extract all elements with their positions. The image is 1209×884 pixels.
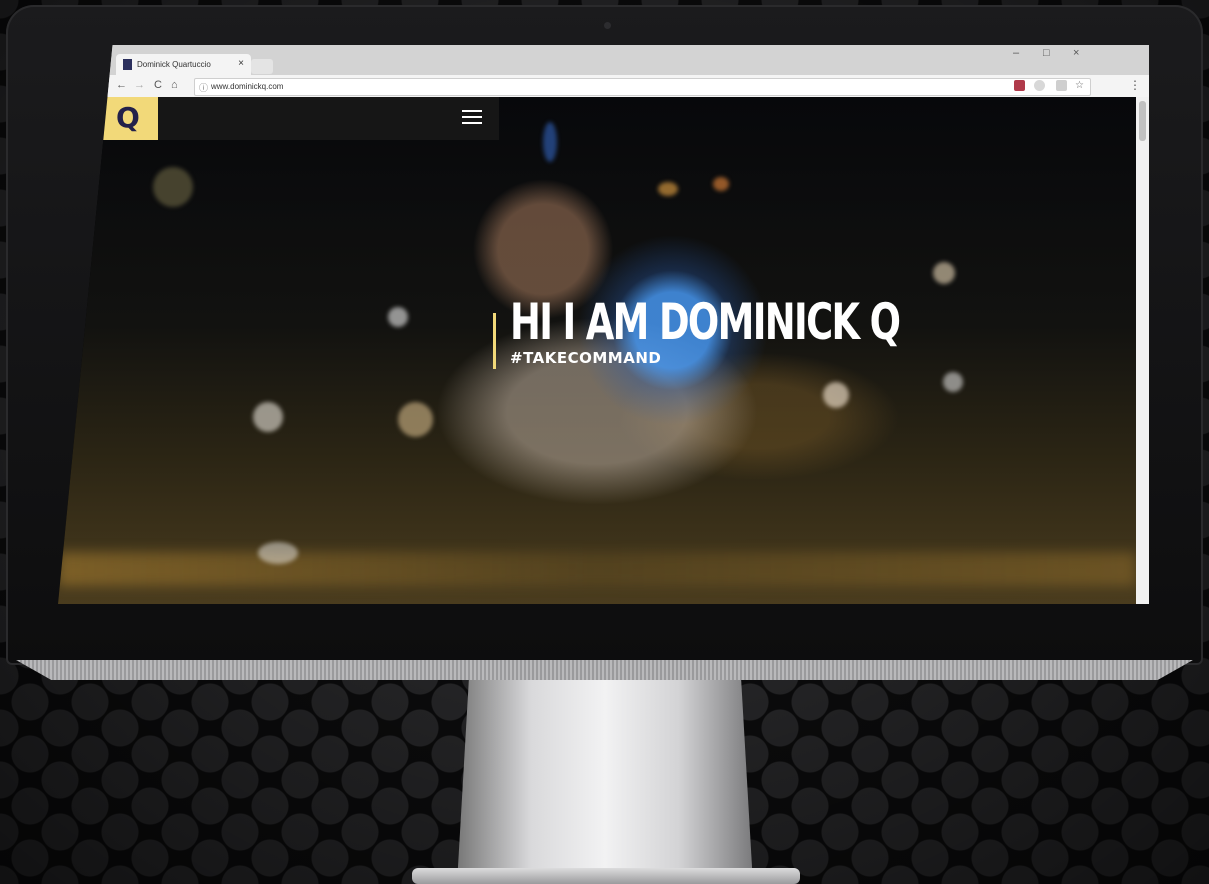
hero-subtitle: #TAKECOMMAND bbox=[510, 349, 662, 367]
bokeh-light bbox=[153, 167, 193, 207]
site-header: Q bbox=[101, 97, 499, 140]
camera bbox=[604, 22, 611, 29]
hamburger-menu-icon[interactable] bbox=[462, 110, 482, 126]
hero-accent-bar bbox=[493, 313, 496, 369]
screen: Dominick Quartuccio × – □ × ← → C ⌂ ⓘ ww… bbox=[58, 45, 1149, 604]
bokeh-light bbox=[388, 307, 408, 327]
new-tab-button[interactable] bbox=[251, 59, 273, 74]
url-text: www.dominickq.com bbox=[211, 82, 284, 91]
pdf-extension-icon[interactable] bbox=[1014, 80, 1025, 91]
forward-button[interactable]: → bbox=[134, 79, 145, 91]
browser-tab[interactable]: Dominick Quartuccio × bbox=[116, 54, 251, 75]
address-bar[interactable]: ⓘ www.dominickq.com ☆ bbox=[194, 78, 1091, 96]
bokeh-light bbox=[713, 177, 729, 191]
scrollbar-thumb[interactable] bbox=[1139, 101, 1146, 141]
site-logo[interactable]: Q bbox=[101, 97, 158, 140]
bokeh-streak bbox=[58, 552, 1136, 586]
bookmark-star-icon[interactable]: ☆ bbox=[1075, 80, 1084, 91]
monitor-foot bbox=[412, 868, 800, 884]
reload-button[interactable]: C bbox=[154, 79, 162, 91]
page-scrollbar[interactable] bbox=[1136, 97, 1149, 604]
bokeh-light bbox=[933, 262, 955, 284]
browser-menu-icon[interactable]: ⋮ bbox=[1129, 78, 1141, 92]
bokeh-light bbox=[658, 182, 678, 196]
monitor-stand bbox=[457, 680, 753, 884]
hero-title: HI I AM DOMINICK Q bbox=[510, 293, 901, 351]
tab-strip: Dominick Quartuccio × – □ × bbox=[58, 45, 1149, 75]
bokeh-light bbox=[543, 122, 557, 162]
logo-letter: Q bbox=[116, 101, 140, 134]
info-icon[interactable]: ⓘ bbox=[199, 81, 208, 94]
browser-chrome: Dominick Quartuccio × – □ × ← → C ⌂ ⓘ ww… bbox=[58, 45, 1149, 97]
monitor-chin bbox=[16, 660, 1193, 680]
back-button[interactable]: ← bbox=[116, 79, 127, 91]
close-window-button[interactable]: × bbox=[1073, 47, 1079, 59]
tab-title: Dominick Quartuccio bbox=[137, 60, 211, 69]
bokeh-light bbox=[258, 542, 298, 564]
bokeh-light bbox=[398, 402, 433, 437]
minimize-button[interactable]: – bbox=[1013, 47, 1019, 59]
maximize-button[interactable]: □ bbox=[1043, 47, 1050, 59]
extension-icon[interactable] bbox=[1034, 80, 1045, 91]
bokeh-light bbox=[823, 382, 849, 408]
favicon-icon bbox=[123, 59, 132, 70]
bokeh-light bbox=[253, 402, 283, 432]
home-button[interactable]: ⌂ bbox=[171, 79, 178, 91]
hero-background: Q HI I AM DOMINICK Q #TAKECOMMAND bbox=[58, 97, 1136, 604]
extension-icon[interactable] bbox=[1056, 80, 1067, 91]
bokeh-light bbox=[943, 372, 963, 392]
tab-close-icon[interactable]: × bbox=[238, 58, 244, 69]
browser-toolbar: ← → C ⌂ ⓘ www.dominickq.com ☆ ⋮ bbox=[58, 75, 1149, 97]
